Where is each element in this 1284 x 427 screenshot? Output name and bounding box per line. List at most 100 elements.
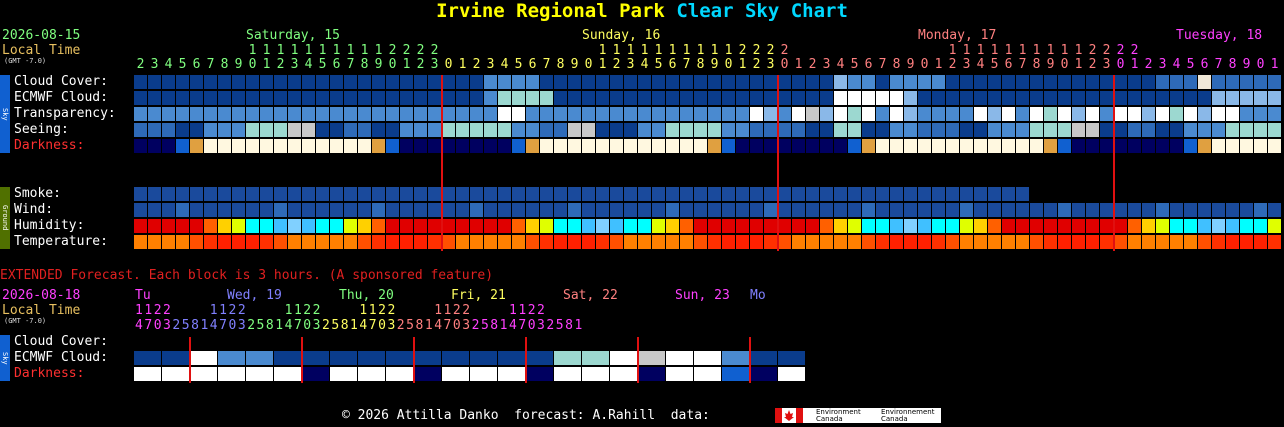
humidity-cell[interactable] [876, 219, 889, 233]
smoke-cell[interactable] [946, 187, 959, 201]
forecast-cell[interactable] [386, 91, 399, 105]
forecast-cell[interactable] [1170, 123, 1183, 137]
forecast-cell[interactable] [1100, 107, 1113, 121]
forecast-cell[interactable] [820, 107, 833, 121]
forecast-cell[interactable] [456, 75, 469, 89]
wind-cell[interactable] [1198, 203, 1211, 217]
forecast-cell[interactable] [834, 123, 847, 137]
humidity-cell[interactable] [1170, 219, 1183, 233]
forecast-cell[interactable] [176, 91, 189, 105]
forecast-cell[interactable] [540, 123, 553, 137]
forecast-cell[interactable] [848, 123, 861, 137]
forecast-cell[interactable] [974, 75, 987, 89]
forecast-cell[interactable] [470, 139, 483, 153]
wind-cell[interactable] [1086, 203, 1099, 217]
forecast-cell[interactable] [484, 91, 497, 105]
forecast-cell[interactable] [806, 123, 819, 137]
forecast-cell[interactable] [330, 107, 343, 121]
forecast-cell[interactable] [722, 139, 735, 153]
forecast-cell[interactable] [260, 75, 273, 89]
forecast-cell[interactable] [540, 75, 553, 89]
temperature-cell[interactable] [568, 235, 581, 249]
forecast-cell[interactable] [148, 139, 161, 153]
extended-notice[interactable]: EXTENDED Forecast. Each block is 3 hours… [0, 269, 493, 282]
forecast-cell[interactable] [218, 75, 231, 89]
forecast-cell[interactable] [1002, 75, 1015, 89]
humidity-cell[interactable] [358, 219, 371, 233]
forecast-cell[interactable] [316, 107, 329, 121]
smoke-cell[interactable] [904, 187, 917, 201]
temperature-cell[interactable] [862, 235, 875, 249]
forecast-cell[interactable] [862, 75, 875, 89]
smoke-cell[interactable] [246, 187, 259, 201]
humidity-cell[interactable] [610, 219, 623, 233]
temperature-cell[interactable] [708, 235, 721, 249]
forecast-cell[interactable] [330, 75, 343, 89]
forecast-cell[interactable] [400, 107, 413, 121]
smoke-cell[interactable] [918, 187, 931, 201]
forecast-cell[interactable] [232, 139, 245, 153]
forecast-cell[interactable] [1114, 91, 1127, 105]
forecast-cell[interactable] [596, 139, 609, 153]
forecast-cell[interactable] [246, 107, 259, 121]
ext-cloud-cover-cell[interactable] [274, 335, 301, 349]
wind-cell[interactable] [946, 203, 959, 217]
ext-darkness-cell[interactable] [582, 367, 609, 381]
forecast-cell[interactable] [1114, 139, 1127, 153]
forecast-cell[interactable] [414, 107, 427, 121]
wind-cell[interactable] [596, 203, 609, 217]
forecast-cell[interactable] [708, 107, 721, 121]
forecast-cell[interactable] [568, 139, 581, 153]
temperature-cell[interactable] [1058, 235, 1071, 249]
humidity-cell[interactable] [1240, 219, 1253, 233]
forecast-cell[interactable] [442, 75, 455, 89]
forecast-cell[interactable] [876, 107, 889, 121]
forecast-cell[interactable] [680, 107, 693, 121]
smoke-cell[interactable] [288, 187, 301, 201]
forecast-cell[interactable] [190, 139, 203, 153]
forecast-cell[interactable] [862, 91, 875, 105]
ext-ecmwf-cell[interactable] [666, 351, 693, 365]
temperature-cell[interactable] [386, 235, 399, 249]
forecast-cell[interactable] [358, 91, 371, 105]
wind-cell[interactable] [190, 203, 203, 217]
forecast-cell[interactable] [1030, 139, 1043, 153]
temperature-cell[interactable] [764, 235, 777, 249]
wind-cell[interactable] [666, 203, 679, 217]
wind-cell[interactable] [1128, 203, 1141, 217]
ext-ecmwf-cell[interactable] [246, 351, 273, 365]
forecast-cell[interactable] [974, 123, 987, 137]
forecast-cell[interactable] [988, 139, 1001, 153]
forecast-cell[interactable] [400, 91, 413, 105]
forecast-cell[interactable] [862, 107, 875, 121]
smoke-cell[interactable] [162, 187, 175, 201]
wind-cell[interactable] [554, 203, 567, 217]
forecast-cell[interactable] [204, 107, 217, 121]
forecast-cell[interactable] [694, 123, 707, 137]
wind-cell[interactable] [1030, 203, 1043, 217]
temperature-cell[interactable] [750, 235, 763, 249]
wind-cell[interactable] [302, 203, 315, 217]
forecast-cell[interactable] [190, 123, 203, 137]
forecast-cell[interactable] [624, 107, 637, 121]
smoke-cell[interactable] [372, 187, 385, 201]
temperature-cell[interactable] [932, 235, 945, 249]
forecast-cell[interactable] [792, 139, 805, 153]
forecast-cell[interactable] [1198, 91, 1211, 105]
wind-cell[interactable] [204, 203, 217, 217]
ext-ecmwf-cell[interactable] [190, 351, 217, 365]
forecast-cell[interactable] [834, 139, 847, 153]
forecast-cell[interactable] [904, 107, 917, 121]
forecast-cell[interactable] [540, 107, 553, 121]
forecast-cell[interactable] [372, 91, 385, 105]
ext-ecmwf-cell[interactable] [694, 351, 721, 365]
forecast-cell[interactable] [428, 139, 441, 153]
forecast-cell[interactable] [526, 139, 539, 153]
forecast-cell[interactable] [232, 107, 245, 121]
forecast-cell[interactable] [456, 139, 469, 153]
humidity-cell[interactable] [1016, 219, 1029, 233]
forecast-cell[interactable] [330, 123, 343, 137]
wind-cell[interactable] [246, 203, 259, 217]
ext-cloud-cover-cell[interactable] [554, 335, 581, 349]
forecast-cell[interactable] [204, 91, 217, 105]
